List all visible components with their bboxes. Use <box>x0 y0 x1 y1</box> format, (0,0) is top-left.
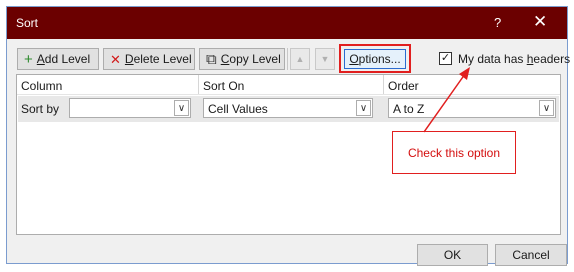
sort-by-label: Sort by <box>21 102 60 116</box>
checkmark-icon: ✓ <box>440 52 451 64</box>
chevron-down-icon[interactable]: ∨ <box>174 100 189 116</box>
add-level-button[interactable]: + Add Level <box>17 48 99 70</box>
order-dropdown[interactable]: A to Z ∨ <box>388 98 556 118</box>
my-data-has-headers-label[interactable]: My data has headers <box>458 52 570 66</box>
column-header: Column <box>21 79 63 93</box>
x-icon: ✕ <box>110 51 121 67</box>
toolbar-divider <box>287 48 288 70</box>
dialog-title: Sort <box>16 16 39 30</box>
chevron-up-icon: ▲ <box>295 54 305 64</box>
chevron-down-icon[interactable]: ∨ <box>539 100 554 116</box>
copy-level-button[interactable]: ⧉ Copy Level <box>199 48 285 70</box>
ok-button[interactable]: OK <box>417 244 488 266</box>
order-value: A to Z <box>393 102 425 116</box>
close-button[interactable]: ✕ <box>533 12 547 32</box>
options-access-key: O <box>349 52 359 66</box>
help-button[interactable]: ? <box>494 15 501 30</box>
options-button[interactable]: Options... <box>344 49 406 69</box>
copy-level-label: opy Level <box>229 52 281 66</box>
options-label: ptions... <box>358 52 401 66</box>
copy-icon: ⧉ <box>206 50 217 68</box>
sort-on-value: Cell Values <box>208 102 268 116</box>
column-divider <box>383 75 384 94</box>
annotation-callout: Check this option <box>392 131 516 174</box>
move-down-button[interactable]: ▼ <box>315 48 335 70</box>
header-divider <box>17 94 560 95</box>
order-header: Order <box>388 79 419 93</box>
move-up-button[interactable]: ▲ <box>290 48 310 70</box>
plus-icon: + <box>24 50 33 68</box>
delete-level-button[interactable]: ✕ Delete Level <box>103 48 195 70</box>
delete-level-access-key: D <box>124 52 134 66</box>
my-data-has-headers-checkbox[interactable]: ✓ <box>439 52 452 65</box>
delete-level-label: elete Level <box>133 52 192 66</box>
column-dropdown[interactable]: ∨ <box>69 98 191 118</box>
title-bar: Sort ? ✕ <box>7 7 567 39</box>
sort-on-dropdown[interactable]: Cell Values ∨ <box>203 98 373 118</box>
cancel-button[interactable]: Cancel <box>495 244 567 266</box>
add-level-label: dd Level <box>44 52 91 66</box>
add-level-access-key: A <box>36 52 45 66</box>
sort-on-header: Sort On <box>203 79 245 93</box>
chevron-down-icon[interactable]: ∨ <box>356 100 371 116</box>
column-divider <box>198 75 199 94</box>
chevron-down-icon: ▼ <box>320 54 330 64</box>
